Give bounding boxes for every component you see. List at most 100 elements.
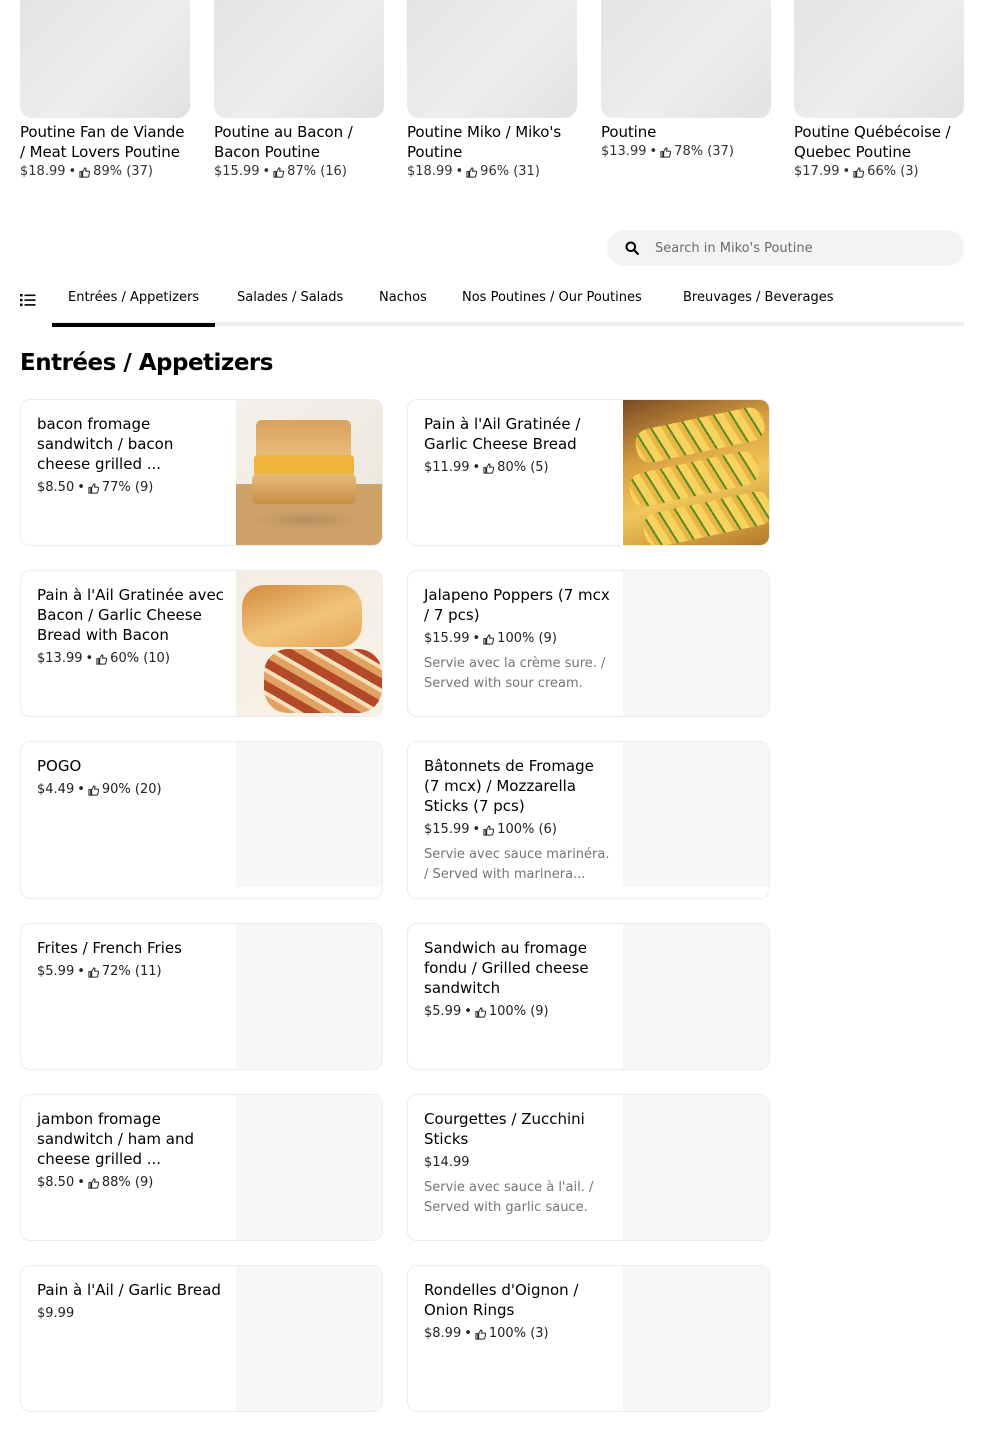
popular-item[interactable]: Poutine Fan de Viande / Meat Lovers Pout… (20, 0, 190, 181)
list-menu-icon[interactable] (20, 293, 36, 307)
menu-item-rating: 88% (9) (101, 1175, 154, 1190)
popular-item-rating: 89% (37) (93, 164, 153, 179)
menu-item-price: $11.99 (424, 460, 470, 475)
tab-appetizers[interactable]: Entrées / Appetizers (52, 290, 216, 327)
popular-item-price: $18.99 (407, 164, 453, 179)
menu-item-meta: $15.99 • 100% (9) (424, 631, 557, 646)
menu-item-photo-placeholder (623, 571, 769, 716)
thumbs-up-icon (483, 462, 495, 474)
menu-item-description: Servie avec sauce marinéra. / Served wit… (424, 847, 610, 882)
menu-item-title: Courgettes / Zucchini Sticks (424, 1110, 585, 1148)
popular-item-image[interactable] (20, 0, 190, 118)
menu-item-rating: 80% (5) (497, 460, 549, 475)
menu-item-card[interactable]: Rondelles d'Oignon / Onion Rings $8.99 • … (407, 1265, 770, 1412)
menu-item-photo-placeholder (623, 1095, 769, 1240)
popular-item-meta: $18.99 • 96% (31) (407, 164, 540, 179)
menu-item-rating: 100% (9) (488, 1004, 549, 1019)
popular-item-meta: $15.99 • 87% (16) (214, 164, 347, 179)
thumbs-up-icon (475, 1006, 486, 1018)
popular-item-image[interactable] (214, 0, 384, 118)
menu-item-meta: $13.99 • 60% (10) (37, 651, 170, 666)
popular-item[interactable]: Poutine au Bacon / Bacon Poutine $15.99 •… (214, 0, 384, 181)
popular-item-meta: $17.99 • 66% (3) (794, 164, 919, 179)
popular-item[interactable]: Poutine Québécoise / Quebec Poutine $17.… (794, 0, 964, 181)
menu-item-card[interactable]: bacon fromage sandwitch / bacon cheese g… (20, 399, 383, 546)
menu-item-price: $15.99 (424, 631, 470, 646)
tab-our-poutines[interactable]: Nos Poutines / Our Poutines (446, 290, 658, 326)
menu-item-meta: $5.99 • 100% (9) (424, 1004, 549, 1019)
tab-salads[interactable]: Salades / Salads (221, 290, 359, 326)
popular-items-carousel: Poutine Fan de Viande / Meat Lovers Pout… (20, 0, 964, 205)
menu-item-card[interactable]: Pain à l'Ail / Garlic Bread $9.99 (20, 1265, 383, 1412)
menu-item-meta: $15.99 • 100% (6) (424, 822, 557, 837)
popular-item-rating: 66% (3) (867, 164, 919, 179)
menu-item-rating: 100% (6) (497, 822, 557, 837)
menu-item-card[interactable]: Sandwich au fromage fondu / Grilled chee… (407, 923, 770, 1070)
menu-item-card[interactable]: Pain à l'Ail Gratinée avec Bacon / Garli… (20, 570, 383, 717)
search-icon (625, 241, 639, 255)
menu-item-description: Servie avec la crème sure. / Served with… (424, 656, 606, 691)
thumbs-up-icon (79, 166, 91, 178)
popular-item-image[interactable] (601, 0, 771, 118)
menu-item-card[interactable]: Bâtonnets de Fromage (7 mcx) / Mozzarell… (407, 741, 770, 899)
popular-item-image[interactable] (407, 0, 577, 118)
menu-item-rating: 60% (10) (110, 651, 170, 666)
menu-item-photo-placeholder (623, 742, 769, 887)
menu-item-photo[interactable] (623, 400, 769, 545)
thumbs-up-icon (483, 824, 495, 836)
menu-item-title: Jalapeno Poppers (7 mcx / 7 pcs) (424, 586, 610, 624)
menu-item-title: Bâtonnets de Fromage (7 mcx) / Mozzarell… (424, 757, 594, 815)
menu-item-card[interactable]: POGO $4.49 • 90% (20) (20, 741, 383, 899)
menu-item-photo[interactable] (236, 571, 382, 716)
popular-item[interactable]: Poutine Miko / Miko's Poutine $18.99 • 96… (407, 0, 577, 181)
tab-beverages[interactable]: Breuvages / Beverages (667, 290, 849, 326)
menu-item-title: jambon fromage sandwitch / ham and chees… (37, 1110, 194, 1168)
menu-item-card[interactable]: Pain à l'Ail Gratinée / Garlic Cheese Br… (407, 399, 770, 546)
menu-item-meta: $11.99 • 80% (5) (424, 460, 549, 475)
thumbs-up-icon (88, 482, 99, 494)
thumbs-up-icon (853, 166, 865, 178)
thumbs-up-icon (96, 653, 108, 665)
menu-search-bar[interactable] (607, 230, 964, 266)
menu-item-rating: 77% (9) (101, 480, 154, 495)
popular-item-title[interactable]: Poutine Miko / Miko's Poutine (407, 122, 577, 162)
menu-item-title: Pain à l'Ail / Garlic Bread (37, 1281, 221, 1299)
menu-item-meta: $5.99 • 72% (11) (37, 964, 162, 979)
menu-item-price: $9.99 (37, 1306, 75, 1321)
menu-item-card[interactable]: jambon fromage sandwitch / ham and chees… (20, 1094, 383, 1241)
menu-item-card[interactable]: Jalapeno Poppers (7 mcx / 7 pcs) $15.99 •… (407, 570, 770, 717)
popular-item-price: $18.99 (20, 164, 66, 179)
menu-item-photo-placeholder (623, 1266, 769, 1411)
menu-item-card[interactable]: Frites / French Fries $5.99 • 72% (11) (20, 923, 383, 1070)
popular-item-title[interactable]: Poutine Fan de Viande / Meat Lovers Pout… (20, 122, 190, 162)
menu-item-title: POGO (37, 757, 82, 775)
menu-item-price: $15.99 (424, 822, 470, 837)
category-tabs: Entrées / Appetizers Salades / Salads Na… (20, 280, 964, 328)
popular-item-image[interactable] (794, 0, 964, 118)
menu-item-meta: $8.50 • 77% (9) (37, 480, 154, 495)
menu-item-price: $8.50 (37, 480, 75, 495)
thumbs-up-icon (660, 146, 672, 158)
menu-item-title: Pain à l'Ail Gratinée / Garlic Cheese Br… (424, 415, 581, 453)
thumbs-up-icon (88, 784, 99, 796)
menu-item-card[interactable]: Courgettes / Zucchini Sticks $14.99 Serv… (407, 1094, 770, 1241)
popular-item-title[interactable]: Poutine au Bacon / Bacon Poutine (214, 122, 384, 162)
menu-item-price: $4.49 (37, 782, 75, 797)
menu-item-photo[interactable] (236, 400, 382, 545)
menu-item-price: $5.99 (424, 1004, 462, 1019)
search-input[interactable] (655, 240, 935, 256)
menu-item-rating: 100% (9) (497, 631, 557, 646)
popular-item-title[interactable]: Poutine Québécoise / Quebec Poutine (794, 122, 964, 162)
menu-item-meta: $14.99 (424, 1154, 614, 1172)
thumbs-up-icon (88, 966, 99, 978)
tab-nachos[interactable]: Nachos (363, 290, 443, 326)
popular-item-title[interactable]: Poutine (601, 122, 771, 142)
thumbs-up-icon (273, 166, 285, 178)
menu-item-photo-placeholder (236, 742, 382, 887)
popular-item-rating: 96% (31) (480, 164, 540, 179)
popular-item[interactable]: Poutine $13.99 • 78% (37) (601, 0, 771, 161)
thumbs-up-icon (466, 166, 478, 178)
thumbs-up-icon (483, 633, 495, 645)
menu-item-photo-placeholder (236, 924, 382, 1069)
section-title: Entrées / Appetizers (20, 350, 273, 376)
